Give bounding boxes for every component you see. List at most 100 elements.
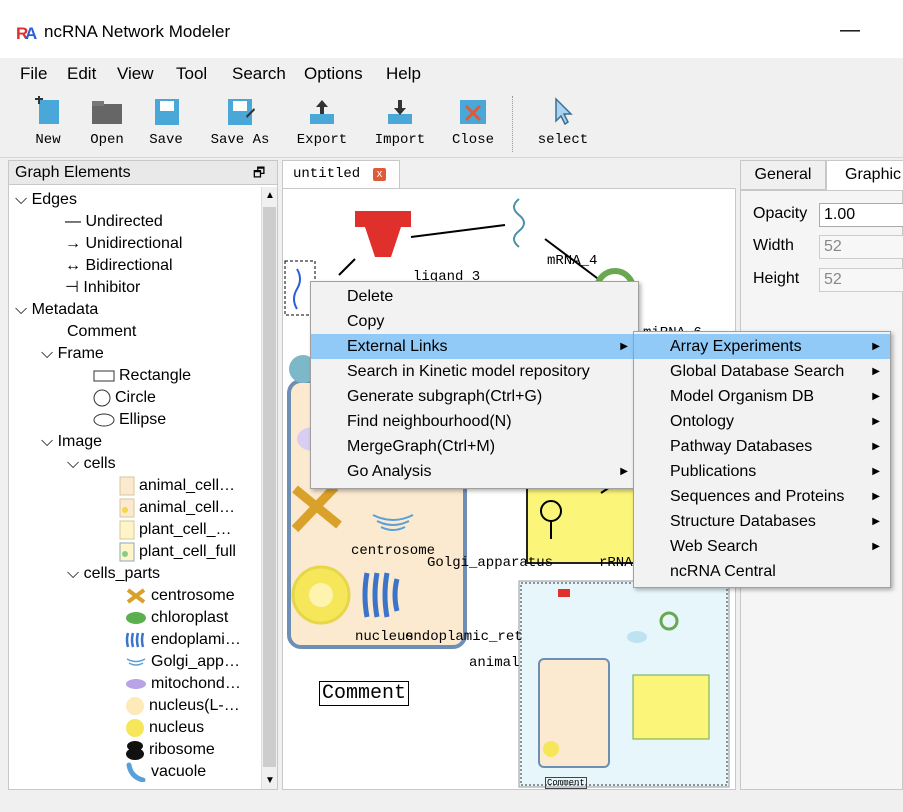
submenu-structure-db[interactable]: Structure Databases ▶ [634, 509, 890, 534]
cell-item[interactable]: animal_cell… [119, 475, 235, 497]
import-button[interactable]: Import [372, 96, 428, 154]
new-button[interactable]: New [26, 96, 70, 154]
title-bar: R A ncRNA Network Modeler — [0, 0, 903, 58]
minimize-button[interactable]: — [836, 16, 864, 44]
menu-view[interactable]: View [117, 64, 154, 84]
part-item[interactable]: nucleus [125, 717, 204, 739]
close-tab-icon[interactable]: x [373, 168, 386, 181]
golgi-icon [126, 658, 146, 666]
edge-bidirectional[interactable]: ↔ Bidirectional [65, 255, 173, 277]
node-label: endoplamic_ret [405, 629, 523, 645]
menu-generate-subgraph[interactable]: Generate subgraph(Ctrl+G) [311, 384, 638, 409]
menu-search[interactable]: Search [232, 64, 286, 84]
part-item[interactable]: vacuole [125, 761, 206, 783]
tree-node-frame[interactable]: ⌵ Frame [41, 343, 104, 365]
save-button[interactable]: Save [144, 96, 188, 154]
ellipse-icon [93, 413, 115, 427]
app-logo-icon: R A [16, 24, 37, 42]
edge-undirected[interactable]: — Undirected [65, 211, 163, 233]
chevron-down-icon: ⌵ [67, 565, 84, 582]
mrna-node[interactable] [513, 198, 525, 248]
part-item[interactable]: centrosome [125, 585, 235, 607]
tab-graphics[interactable]: Graphic [826, 160, 903, 190]
submenu-pathway-db[interactable]: Pathway Databases ▶ [634, 434, 890, 459]
part-item[interactable]: nucleus(L-… [125, 695, 240, 717]
edge-unidirectional[interactable]: → Unidirectional [65, 233, 182, 255]
submenu-sequences-proteins[interactable]: Sequences and Proteins ▶ [634, 484, 890, 509]
cell-item[interactable]: plant_cell_… [119, 519, 232, 541]
open-button[interactable]: Open [84, 96, 130, 154]
part-item[interactable]: chloroplast [125, 607, 228, 629]
frame-rectangle[interactable]: Rectangle [93, 365, 191, 387]
tree-node-edges[interactable]: ⌵ Edges [15, 189, 77, 211]
frame-ellipse[interactable]: Ellipse [93, 409, 166, 431]
tree-node-metadata[interactable]: ⌵ Metadata [15, 299, 98, 321]
part-item[interactable]: Golgi_app… [125, 651, 240, 673]
part-item[interactable]: endoplami… [125, 629, 241, 651]
submenu-array-experiments[interactable]: Array Experiments ▶ [634, 334, 890, 359]
centrosome-icon [126, 588, 146, 604]
submenu-ontology[interactable]: Ontology ▶ [634, 409, 890, 434]
scroll-up-arrow-icon[interactable]: ▲ [262, 187, 278, 205]
scroll-thumb[interactable] [263, 207, 276, 767]
save-as-button[interactable]: Save As [207, 96, 273, 154]
submenu-ncrna-central[interactable]: ncRNA Central [634, 559, 890, 584]
edge-line[interactable] [338, 258, 356, 276]
menu-delete[interactable]: Delete [311, 284, 638, 309]
menu-edit[interactable]: Edit [67, 64, 96, 84]
edge-inhibitor[interactable]: ⊣ Inhibitor [65, 277, 140, 299]
animal-cell-full-icon [119, 498, 135, 518]
part-item[interactable]: ribosome [125, 739, 215, 761]
menu-search-kinetic[interactable]: Search in Kinetic model repository [311, 359, 638, 384]
menu-tool[interactable]: Tool [176, 64, 207, 84]
tree-scrollbar[interactable]: ▲ ▼ [261, 187, 277, 789]
tab-general[interactable]: General [740, 160, 826, 190]
tab-untitled[interactable]: untitled x [282, 160, 400, 188]
cell-item[interactable]: animal_cell… [119, 497, 235, 519]
chevron-down-icon: ⌵ [15, 191, 32, 208]
rrna-node[interactable] [526, 482, 636, 564]
menu-find-neighbourhood[interactable]: Find neighbourhood(N) [311, 409, 638, 434]
comment-node[interactable]: Comment [319, 681, 410, 706]
mitochondria-icon [126, 678, 146, 689]
edge-line[interactable] [410, 224, 506, 238]
menu-help[interactable]: Help [386, 64, 421, 84]
submenu-global-db-search[interactable]: Global Database Search ▶ [634, 359, 890, 384]
cell-item[interactable]: plant_cell_full [119, 541, 236, 563]
select-button[interactable]: select [534, 96, 592, 154]
menu-options[interactable]: Options [304, 64, 363, 84]
submenu-web-search[interactable]: Web Search ▶ [634, 534, 890, 559]
export-button[interactable]: Export [294, 96, 350, 154]
submenu-arrow-icon: ▶ [872, 466, 880, 477]
scroll-down-arrow-icon[interactable]: ▼ [262, 773, 278, 789]
menu-file[interactable]: File [20, 64, 47, 84]
frame-circle[interactable]: Circle [93, 387, 156, 409]
submenu-arrow-icon: ▶ [872, 366, 880, 377]
tree-node-cells[interactable]: ⌵ cells [67, 453, 116, 475]
tree-node-image[interactable]: ⌵ Image [41, 431, 102, 453]
ribosome-icon [126, 740, 144, 760]
part-item[interactable]: mitochond… [125, 673, 241, 695]
float-panel-icon[interactable]: 🗗 [253, 164, 265, 186]
plant-cell-full-icon [119, 542, 135, 562]
submenu-publications[interactable]: Publications ▶ [634, 459, 890, 484]
metadata-comment[interactable]: Comment [67, 321, 136, 343]
import-icon [388, 100, 412, 124]
menu-go-analysis[interactable]: Go Analysis ▶ [311, 459, 638, 484]
opacity-field[interactable]: 1.00 [819, 203, 903, 227]
toolbar-separator [512, 96, 513, 152]
menu-external-links[interactable]: External Links ▶ [311, 334, 638, 359]
width-field[interactable]: 52 [819, 235, 903, 259]
menu-copy[interactable]: Copy [311, 309, 638, 334]
height-field[interactable]: 52 [819, 268, 903, 292]
submenu-model-organism-db[interactable]: Model Organism DB ▶ [634, 384, 890, 409]
menu-merge-graph[interactable]: MergeGraph(Ctrl+M) [311, 434, 638, 459]
rectangle-icon [93, 370, 115, 382]
close-button[interactable]: Close [448, 96, 498, 154]
inhibitor-node[interactable] [355, 211, 411, 257]
opacity-label: Opacity [753, 205, 808, 222]
graph-elements-panel: Graph Elements 🗗 ⌵ Edges — Undirected → … [8, 160, 278, 790]
tree-node-cells-parts[interactable]: ⌵ cells_parts [67, 563, 160, 585]
circle-icon [93, 389, 111, 407]
animal-cell-icon [119, 476, 135, 496]
